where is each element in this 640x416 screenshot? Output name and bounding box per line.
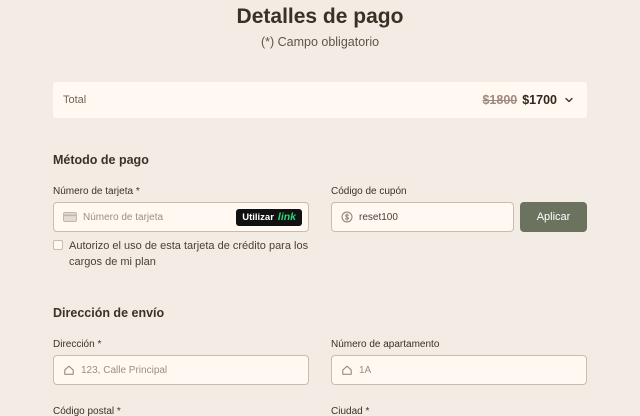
address-label: Dirección *	[53, 339, 102, 350]
apartment-number-field[interactable]	[331, 355, 587, 385]
card-number-input[interactable]	[83, 211, 237, 223]
page-title: Detalles de pago	[236, 5, 404, 28]
payment-method-heading: Método de pago	[53, 153, 149, 167]
card-number-field[interactable]: Utilizar link	[53, 202, 309, 232]
shipping-address-heading: Dirección de envío	[53, 306, 165, 320]
coupon-code-input[interactable]	[359, 211, 507, 223]
authorize-card-row: Autorizo el uso de esta tarjeta de crédi…	[53, 238, 318, 270]
apply-coupon-button[interactable]: Aplicar	[520, 202, 587, 232]
pay-with-link-button[interactable]: Utilizar link	[236, 208, 302, 226]
required-field-note: (*) Campo obligatorio	[260, 35, 380, 49]
address-input[interactable]	[81, 364, 302, 376]
apartment-number-label: Número de apartamento	[331, 339, 440, 350]
address-field[interactable]	[53, 355, 309, 385]
postal-code-label: Código postal *	[53, 406, 121, 416]
coupon-code-label: Código de cupón	[331, 186, 407, 197]
dollar-coin-icon	[341, 211, 353, 223]
credit-card-icon	[63, 212, 77, 222]
apartment-number-input[interactable]	[359, 364, 580, 376]
link-button-prefix: Utilizar	[242, 211, 274, 223]
city-label: Ciudad *	[331, 406, 370, 416]
total-prices: $1800 $1700	[482, 93, 574, 107]
link-logo: link	[277, 211, 296, 223]
discounted-price: $1700	[522, 93, 557, 107]
total-label: Total	[63, 94, 87, 106]
chevron-down-icon[interactable]	[564, 95, 574, 105]
order-total-toggle[interactable]: Total $1800 $1700	[53, 82, 587, 118]
authorize-card-checkbox[interactable]	[53, 240, 63, 250]
home-icon	[342, 365, 352, 375]
authorize-card-text: Autorizo el uso de esta tarjeta de crédi…	[69, 240, 309, 268]
coupon-code-field[interactable]	[331, 202, 514, 232]
original-price: $1800	[482, 93, 518, 107]
card-number-label: Número de tarjeta *	[53, 186, 140, 197]
home-icon	[64, 365, 74, 375]
